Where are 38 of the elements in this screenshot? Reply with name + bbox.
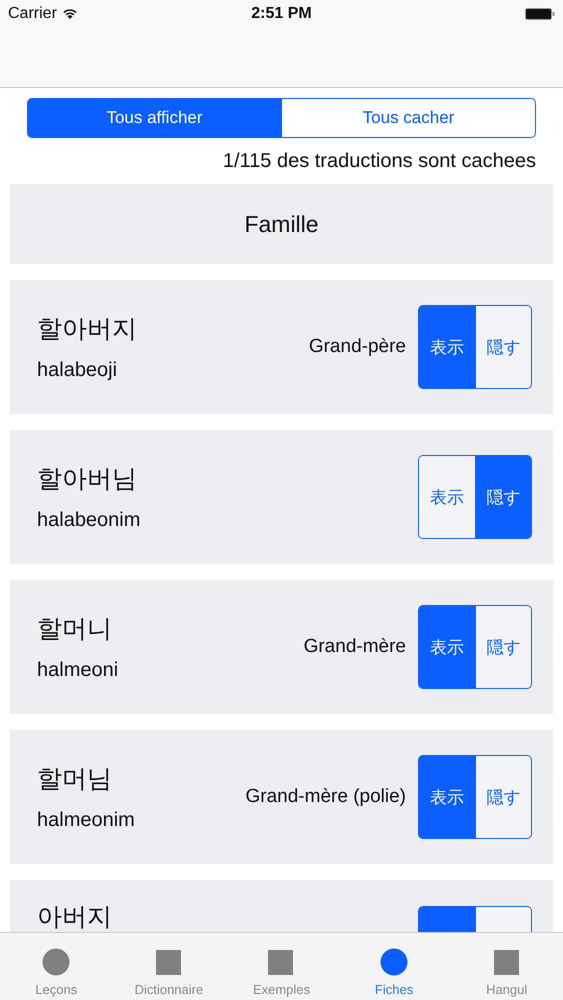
carrier-label: Carrier	[8, 5, 57, 23]
clock-time: 2:51 PM	[251, 5, 312, 23]
korean-word: 할아버지	[37, 313, 138, 345]
romanization-text: halabeonim	[37, 509, 142, 532]
hide-toggle[interactable]: 隠す	[474, 756, 531, 838]
tab-item[interactable]: Fiches	[338, 933, 450, 1000]
translation-text: Grand-mère	[304, 636, 406, 658]
battery-icon	[525, 8, 555, 20]
hidden-count-label: 1/115 des traductions sont cachees	[222, 149, 537, 174]
filter-tab[interactable]: Tous cacher	[281, 99, 535, 137]
korean-word: 아버지	[37, 901, 113, 933]
hide-toggle[interactable]: 隠す	[474, 306, 531, 388]
show-toggle[interactable]: 表示	[419, 306, 474, 388]
tab-item[interactable]: Leçons	[0, 933, 113, 1000]
romanization-text: halmeonim	[37, 809, 136, 832]
hide-toggle[interactable]: 隠す	[474, 606, 531, 688]
show-toggle[interactable]: 表示	[419, 606, 474, 688]
square-icon	[268, 950, 294, 976]
show-toggle[interactable]: 表示	[419, 456, 474, 538]
romanization-text: halmeoni	[37, 659, 120, 682]
tab-item[interactable]: Hangul	[450, 933, 563, 1000]
tab-item[interactable]: Exemples	[225, 933, 338, 1000]
square-icon	[494, 950, 520, 976]
circle-icon	[380, 948, 408, 976]
korean-word: 할아버님	[37, 463, 138, 495]
section-header: Famille	[10, 184, 553, 264]
show-toggle[interactable]: 表示	[419, 756, 474, 838]
tab-item[interactable]: Dictionnaire	[112, 933, 226, 1000]
korean-word: 할머니	[37, 613, 113, 645]
translation-text: Grand-mère (polie)	[246, 786, 406, 808]
filter-tab[interactable]: Tous afficher	[28, 99, 281, 137]
romanization-text: halabeoji	[37, 359, 118, 382]
hide-toggle[interactable]: 隠す	[474, 456, 531, 538]
translation-text: Grand-père	[308, 336, 406, 358]
korean-word: 할머님	[37, 763, 113, 795]
square-icon	[156, 950, 182, 976]
circle-icon	[42, 948, 70, 976]
wifi-icon	[62, 8, 78, 20]
